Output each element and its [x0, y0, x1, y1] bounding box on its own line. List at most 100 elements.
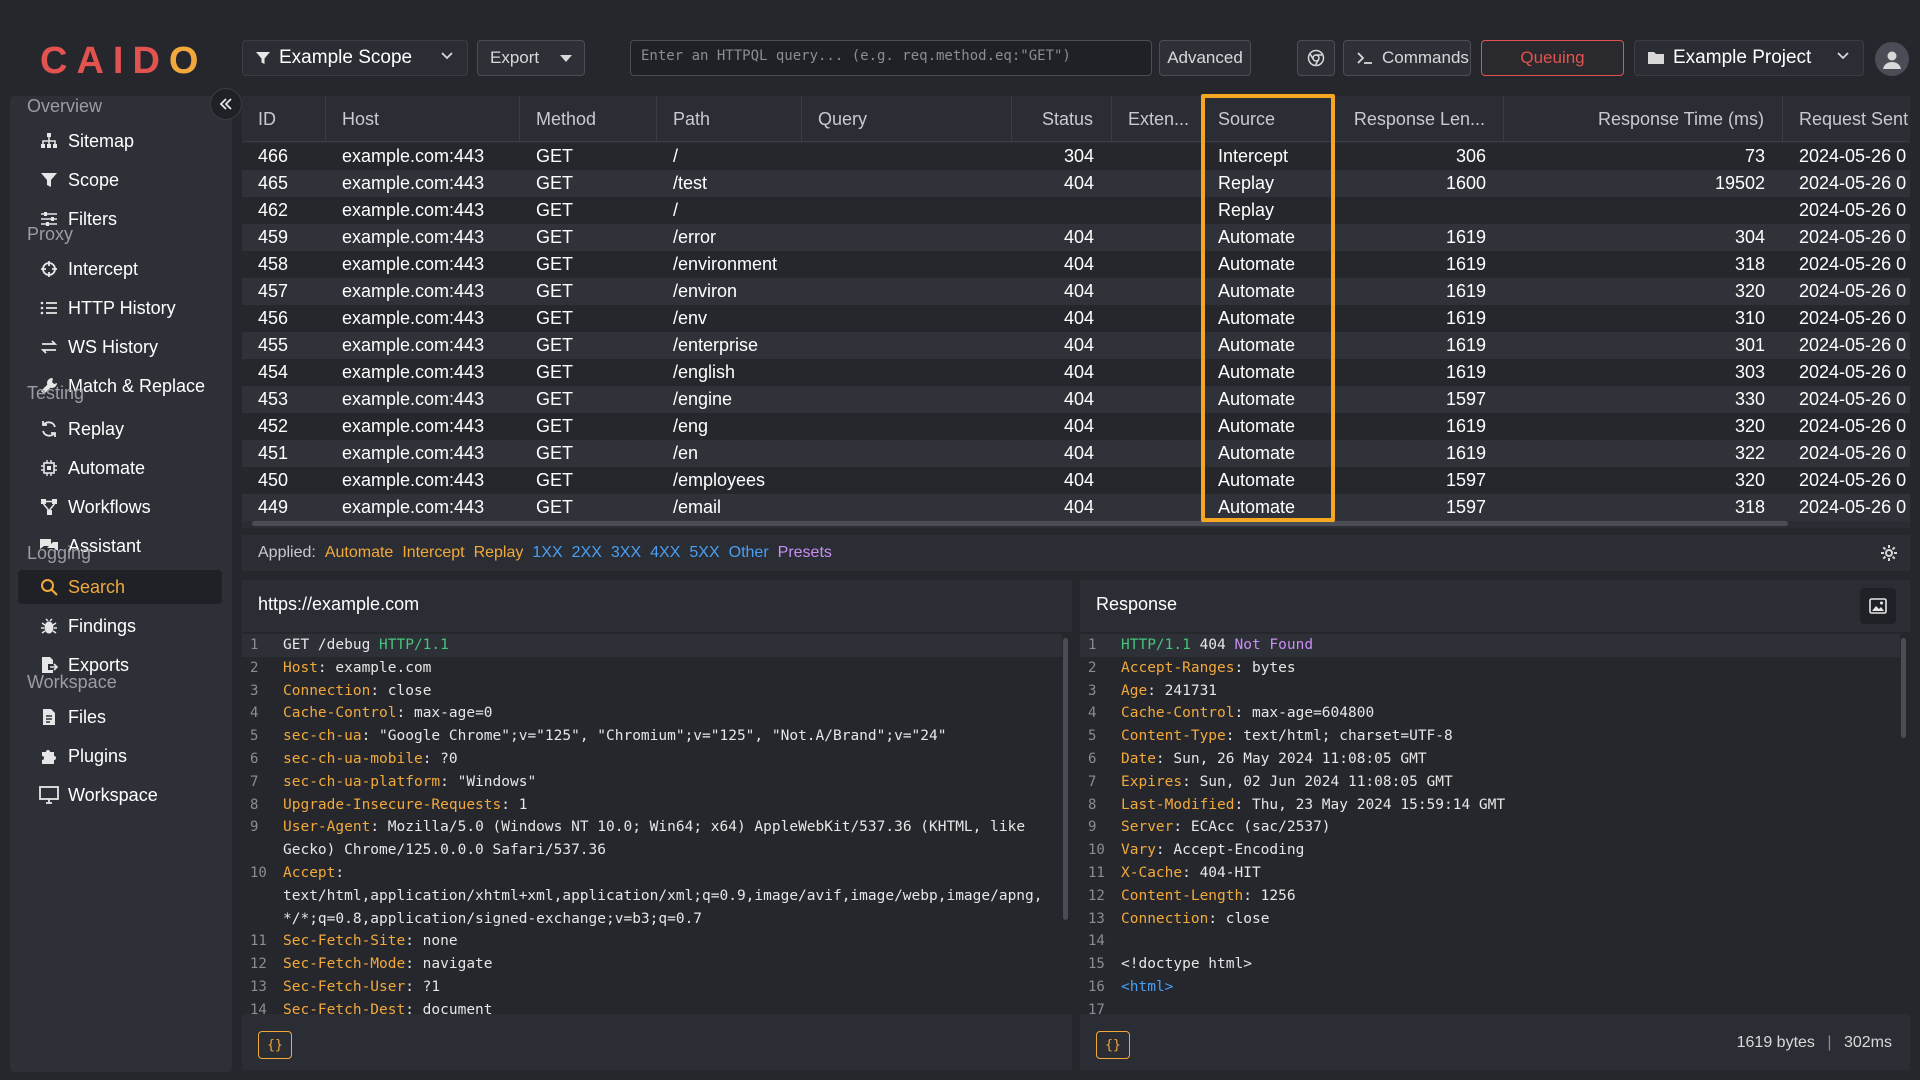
table-cell-exten — [1112, 170, 1202, 197]
sidebar-item-ws-history[interactable]: WS History — [18, 330, 222, 364]
sidebar-item-files[interactable]: Files — [18, 700, 222, 734]
sidebar-item-search[interactable]: Search — [18, 570, 222, 604]
crosshair-icon — [38, 258, 60, 280]
top-bar: CAIDO Example Scope Export Enter an HTTP… — [0, 0, 1920, 96]
commands-button[interactable]: Commands — [1343, 40, 1471, 76]
filter-chip-intercept[interactable]: Intercept — [402, 544, 464, 562]
code-line: text/html,application/xhtml+xml,applicat… — [242, 885, 1062, 908]
advanced-button[interactable]: Advanced — [1159, 40, 1251, 76]
sitemap-icon — [38, 130, 60, 152]
table-row[interactable]: 452 example.com:443 GET/eng 404 Automate 1619… — [242, 413, 1910, 440]
vertical-scrollbar[interactable] — [1901, 638, 1906, 738]
table-row[interactable]: 453 example.com:443 GET/engine 404 Automate 1… — [242, 386, 1910, 413]
line-content: <!doctype html> — [1121, 956, 1252, 973]
code-line: 12 Content-Length: 1256 — [1080, 885, 1900, 908]
filter-chip-automate[interactable]: Automate — [325, 544, 393, 562]
table-row[interactable]: 449 example.com:443 GET/email 404 Automate 15… — [242, 494, 1910, 521]
line-content: HTTP/1.1 404 Not Found — [1121, 637, 1314, 653]
line-number: 6 — [250, 751, 259, 767]
table-row[interactable]: 450 example.com:443 GET/employees 404 Automa… — [242, 467, 1910, 494]
collapse-sidebar-button[interactable] — [210, 88, 242, 120]
export-button[interactable]: Export — [477, 40, 585, 76]
project-selector[interactable]: Example Project — [1634, 40, 1864, 76]
sidebar-item-workspace[interactable]: Workspace — [18, 778, 222, 812]
table-row[interactable]: 462 example.com:443 GET / Replay 2024-05-26 0 — [242, 197, 1910, 224]
table-row[interactable]: 451 example.com:443 GET/en 404 Automate 1619 3… — [242, 440, 1910, 467]
table-row[interactable]: 465 example.com:443 GET/test 404 Replay 1600 1… — [242, 170, 1910, 197]
column-header-status[interactable]: Status — [1012, 96, 1112, 142]
column-header-method[interactable]: Method — [520, 96, 657, 142]
table-row[interactable]: 456 example.com:443 GET/env 404 Automate 1619… — [242, 305, 1910, 332]
scope-selector[interactable]: Example Scope — [242, 40, 468, 76]
table-row[interactable]: 455 example.com:443 GET/enterprise 404 Autom… — [242, 332, 1910, 359]
sidebar-item-plugins[interactable]: Plugins — [18, 739, 222, 773]
filter-chip-other[interactable]: Other — [729, 544, 769, 562]
line-content: Sec-Fetch-Dest: document — [283, 1001, 493, 1014]
table-row[interactable]: 454 example.com:443 GET/english 404 Automate… — [242, 359, 1910, 386]
browser-button[interactable] — [1297, 40, 1335, 76]
table-cell-status — [1012, 197, 1112, 224]
gear-icon[interactable] — [1880, 544, 1898, 562]
table-row[interactable]: 458 example.com:443 GET/environment 404 Auto… — [242, 251, 1910, 278]
table-cell-host: example.com:443 — [342, 443, 485, 463]
table-cell-id: 455 — [258, 335, 289, 355]
table-cell-response-time-ms: 318 — [1734, 254, 1765, 274]
filter-chip-replay[interactable]: Replay — [474, 544, 524, 562]
request-panel: https://example.com 1 GET /debug HTTP/1.1… — [242, 580, 1072, 1070]
table-cell-id: 458 — [258, 254, 289, 274]
column-header-host[interactable]: Host — [326, 96, 520, 142]
sidebar-item-findings[interactable]: Findings — [18, 609, 222, 643]
queuing-toggle[interactable]: Queuing — [1481, 40, 1624, 76]
sidebar-item-label: Replay — [68, 418, 125, 439]
table-cell-status: 404 — [1063, 335, 1094, 355]
table-cell-response-len: 306 — [1455, 146, 1486, 166]
format-json-button[interactable]: {} — [1096, 1031, 1130, 1059]
table-cell-method: GET — [536, 443, 574, 463]
preview-image-button[interactable] — [1860, 588, 1896, 624]
column-header-response-time-ms[interactable]: Response Time (ms) — [1504, 96, 1783, 142]
sidebar-item-scope[interactable]: Scope — [18, 163, 222, 197]
request-editor[interactable]: 1 GET /debug HTTP/1.1 2 Host: example.com 3 C… — [242, 632, 1072, 1014]
sidebar-item-replay[interactable]: Replay — [18, 412, 222, 446]
caret-down-icon — [560, 54, 572, 62]
column-header-exten[interactable]: Exten... — [1112, 96, 1202, 142]
table-cell-response-len: 1597 — [1445, 470, 1486, 490]
table-row[interactable]: 459 example.com:443 GET/error 404 Automate 16… — [242, 224, 1910, 251]
sidebar-item-workflows[interactable]: Workflows — [18, 490, 222, 524]
user-avatar[interactable] — [1875, 42, 1909, 76]
filter-chip-1xx[interactable]: 1XX — [532, 544, 562, 562]
table-row[interactable]: 457 example.com:443 GET/environ 404 Automate… — [242, 278, 1910, 305]
table-cell-response-time-ms: 330 — [1734, 389, 1765, 409]
response-editor[interactable]: 1 HTTP/1.1 404 Not Found 2 Accept-Ranges: b… — [1080, 632, 1910, 1014]
column-header-query[interactable]: Query — [802, 96, 1012, 142]
sidebar-item-automate[interactable]: Automate — [18, 451, 222, 485]
logo-letter: O — [168, 40, 208, 82]
table-cell-method: GET — [536, 497, 574, 517]
table-row[interactable]: 466 example.com:443 GET / 304 Intercept 306 73 2… — [242, 143, 1910, 170]
httpql-query-input[interactable]: Enter an HTTPQL query... (e.g. req.metho… — [630, 40, 1152, 76]
line-content: Content-Type: text/html; charset=UTF-8 — [1121, 728, 1453, 745]
filter-chip-2xx[interactable]: 2XX — [572, 544, 602, 562]
table-cell-response-time-ms: 73 — [1744, 146, 1765, 166]
column-header-path[interactable]: Path — [657, 96, 802, 142]
line-number: 2 — [250, 659, 259, 676]
sidebar-item-intercept[interactable]: Intercept — [18, 252, 222, 286]
column-header-id[interactable]: ID — [242, 96, 326, 142]
table-cell-query — [802, 170, 1012, 197]
horizontal-scrollbar[interactable] — [252, 521, 1788, 526]
table-cell-method: GET — [536, 470, 574, 490]
format-json-button[interactable]: {} — [258, 1031, 292, 1059]
filter-chip-3xx[interactable]: 3XX — [611, 544, 641, 562]
filter-chip-presets[interactable]: Presets — [778, 544, 832, 562]
table-cell-host: example.com:443 — [342, 200, 485, 220]
sidebar-item-http-history[interactable]: HTTP History — [18, 291, 222, 325]
column-header-source[interactable]: Source — [1202, 96, 1334, 142]
column-header-response-len[interactable]: Response Len... — [1334, 96, 1504, 142]
filter-chip-5xx[interactable]: 5XX — [689, 544, 719, 562]
sidebar-item-sitemap[interactable]: Sitemap — [18, 124, 222, 158]
line-content: Date: Sun, 26 May 2024 11:08:05 GMT — [1121, 751, 1427, 767]
column-header-request-sent[interactable]: Request Sent — [1783, 96, 1910, 142]
line-content: text/html,application/xhtml+xml,applicat… — [283, 887, 1043, 904]
filter-chip-4xx[interactable]: 4XX — [650, 544, 680, 562]
vertical-scrollbar[interactable] — [1063, 638, 1068, 920]
